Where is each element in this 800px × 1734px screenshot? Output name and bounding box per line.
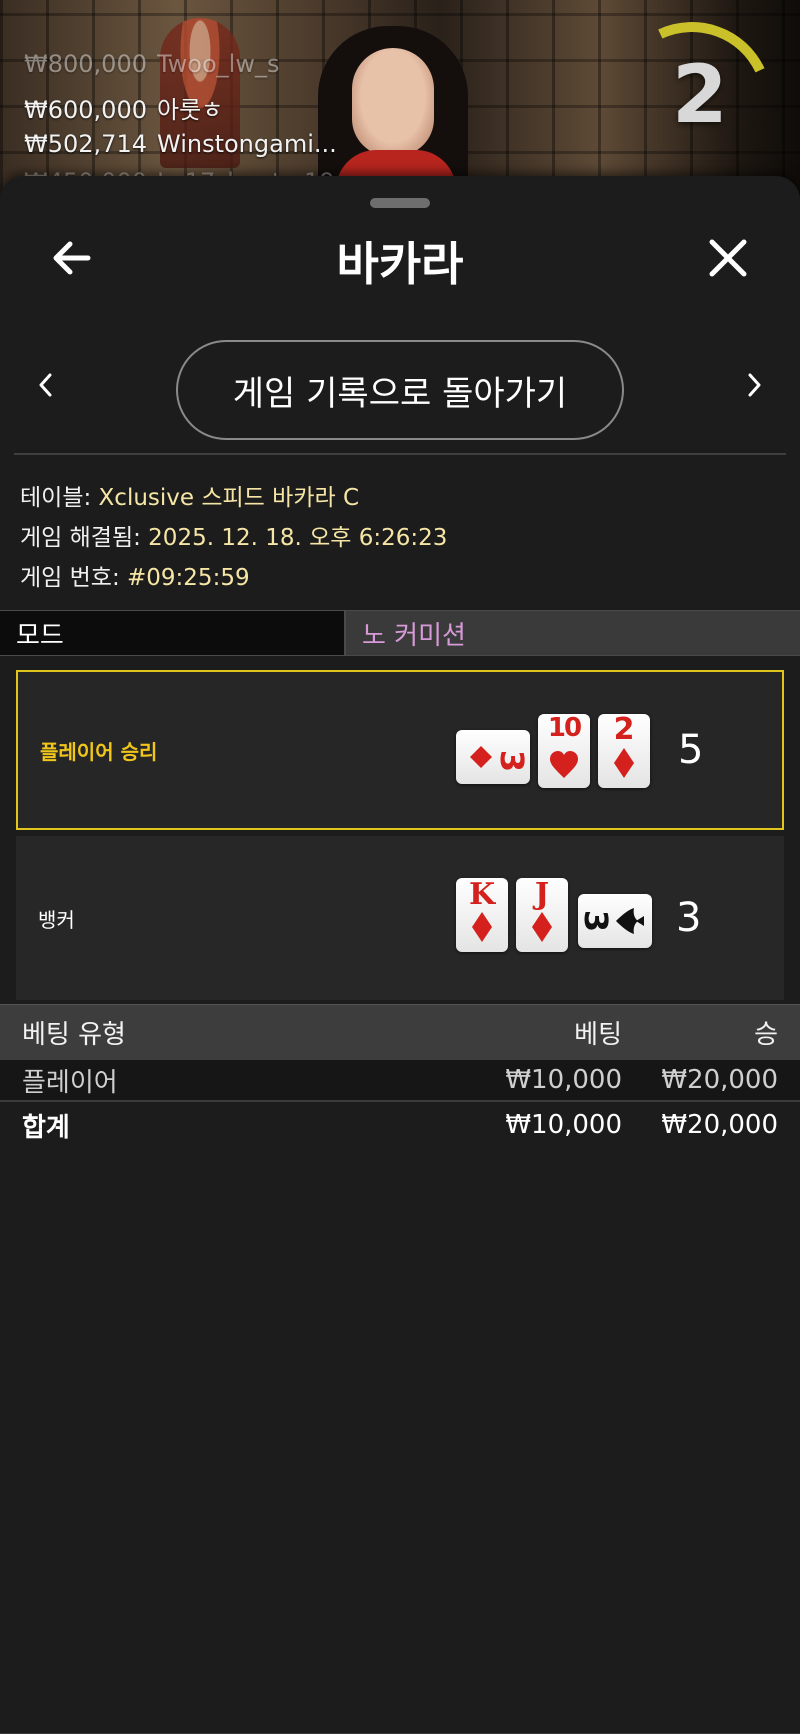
playing-card-k-diamonds: K	[456, 878, 508, 952]
playing-card-3-diamonds: 3	[456, 730, 530, 784]
leaderboard-amount: ₩502,714	[24, 130, 147, 158]
resolved-label: 게임 해결됨:	[20, 525, 149, 551]
game-number-label: 게임 번호:	[20, 565, 128, 591]
banker-result-label: 뱅커	[38, 907, 75, 932]
column-header-win: 승	[754, 1020, 778, 1050]
table-row: 플레이어 ₩10,000 ₩20,000	[0, 1060, 800, 1102]
svg-text:10: 10	[548, 714, 581, 743]
column-header-bet: 베팅	[574, 1020, 622, 1050]
leaderboard-row: ₩600,000 아룻ㅎ	[24, 90, 223, 125]
player-result-panel: 플레이어 승리 3 10 2 5	[16, 670, 784, 830]
sheet-grab-handle[interactable]	[370, 198, 430, 208]
total-bet: ₩10,000	[505, 1110, 622, 1140]
playing-card-3-spades: 3	[578, 894, 652, 948]
leaderboard-row: ₩800,000 Twoo_lw_s	[24, 50, 279, 78]
playing-card-j-diamonds: J	[516, 878, 568, 952]
playing-card-2-diamonds: 2	[598, 714, 650, 788]
leaderboard-name: Twoo_lw_s	[156, 50, 280, 78]
leaderboard-amount: ₩800,000	[24, 50, 147, 78]
next-game-button[interactable]	[742, 370, 766, 400]
leaderboard-name: Winstongami...	[156, 130, 337, 158]
svg-text:3: 3	[493, 750, 530, 772]
player-result-label: 플레이어 승리	[40, 739, 158, 764]
playing-card-10-hearts: 10	[538, 714, 590, 788]
chevron-left-icon	[39, 373, 52, 397]
table-label: 테이블:	[20, 485, 99, 511]
game-detail-sheet: 바카라 게임 기록으로 돌아가기 테이블: Xclusive 스피드 바카라 C…	[0, 176, 800, 1734]
column-header-bet-type: 베팅 유형	[22, 1020, 126, 1050]
chevron-right-icon	[748, 373, 761, 397]
banker-score: 3	[676, 895, 702, 941]
divider	[14, 453, 786, 455]
table-info: 테이블: Xclusive 스피드 바카라 C	[20, 478, 359, 512]
svg-text:2: 2	[614, 714, 635, 747]
total-label: 합계	[22, 1112, 70, 1143]
svg-text:3: 3	[578, 910, 615, 932]
mode-bar: 모드 노 커미션	[0, 610, 800, 656]
bet-amount-cell: ₩10,000	[505, 1065, 622, 1095]
leaderboard-row: ₩502,714 Winstongami...	[24, 130, 337, 158]
countdown-timer: 2	[672, 48, 728, 141]
page-title: 바카라	[336, 237, 464, 291]
resolved-value: 2025. 12. 18. 오후 6:26:23	[148, 525, 448, 551]
bet-table-header: 베팅 유형 베팅 승	[0, 1004, 800, 1060]
game-number-info: 게임 번호: #09:25:59	[20, 558, 250, 592]
banker-result-panel: 뱅커 K J 3 3	[16, 836, 784, 1000]
table-value: Xclusive 스피드 바카라 C	[98, 485, 360, 511]
total-win: ₩20,000	[661, 1110, 778, 1140]
previous-game-button[interactable]	[34, 370, 58, 400]
resolved-info: 게임 해결됨: 2025. 12. 18. 오후 6:26:23	[20, 518, 447, 552]
leaderboard-name: 아룻ㅎ	[156, 96, 224, 124]
dealer-face	[352, 48, 434, 156]
leaderboard-amount: ₩600,000	[24, 96, 147, 124]
win-amount-cell: ₩20,000	[661, 1065, 778, 1095]
svg-text:J: J	[532, 878, 549, 912]
close-icon	[709, 239, 747, 277]
back-to-history-button[interactable]: 게임 기록으로 돌아가기	[176, 340, 624, 440]
svg-text:K: K	[469, 878, 496, 912]
player-score: 5	[678, 727, 704, 773]
mode-value: 노 커미션	[346, 611, 800, 655]
live-video-background: ₩800,000 Twoo_lw_s ₩600,000 아룻ㅎ ₩502,714 Wi…	[0, 0, 800, 200]
mode-label: 모드	[0, 611, 346, 655]
bet-type-cell: 플레이어	[22, 1067, 118, 1098]
game-number-value: #09:25:59	[127, 565, 250, 591]
close-button[interactable]	[704, 234, 752, 282]
total-row: 합계 ₩10,000 ₩20,000	[0, 1104, 800, 1146]
